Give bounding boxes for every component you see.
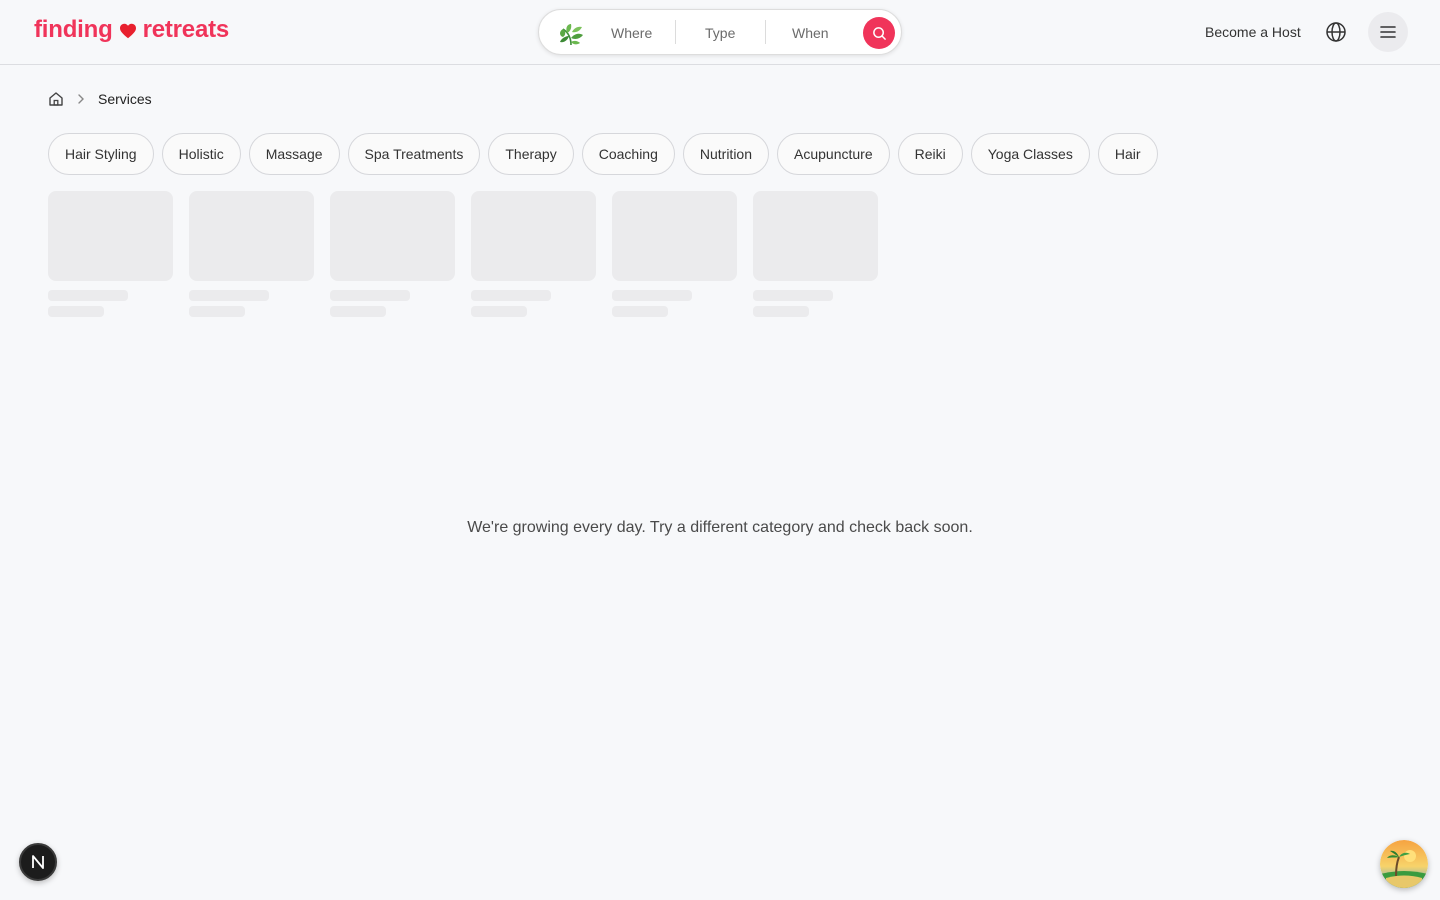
search-icon [872, 26, 886, 40]
hamburger-icon [1380, 26, 1396, 38]
category-chip-nutrition[interactable]: Nutrition [682, 133, 770, 175]
logo[interactable]: finding retreats [34, 16, 229, 44]
skeleton-card [48, 191, 173, 317]
skeleton-line [753, 290, 833, 301]
search-bar[interactable]: Where Type When [538, 9, 902, 55]
heart-icon [119, 23, 136, 39]
search-divider [675, 20, 676, 44]
skeleton-line [48, 306, 104, 317]
search-divider [765, 20, 766, 44]
skeleton-line [330, 306, 386, 317]
skeleton-line [612, 290, 692, 301]
search-type[interactable]: Type [705, 23, 735, 43]
category-chips: Hair Styling Holistic Massage Spa Treatm… [48, 133, 1158, 175]
skeleton-line [330, 290, 410, 301]
category-chip-hair-styling[interactable]: Hair Styling [48, 133, 154, 175]
skeleton-card [612, 191, 737, 317]
skeleton-line [471, 306, 527, 317]
top-header: finding retreats Where Type When Become … [0, 0, 1440, 65]
breadcrumb: Services [48, 89, 152, 109]
category-chip-reiki[interactable]: Reiki [897, 133, 963, 175]
skeleton-card [189, 191, 314, 317]
logo-word-retreats: retreats [142, 16, 230, 43]
skeleton-line [189, 290, 269, 301]
category-chip-acupuncture[interactable]: Acupuncture [777, 133, 890, 175]
leaf-icon [560, 24, 583, 46]
category-chip-holistic[interactable]: Holistic [161, 133, 241, 175]
globe-icon[interactable] [1325, 21, 1347, 43]
skeleton-image [189, 191, 314, 281]
search-button[interactable] [863, 17, 895, 49]
skeleton-image [471, 191, 596, 281]
skeleton-image [330, 191, 455, 281]
category-chip-yoga-classes[interactable]: Yoga Classes [970, 133, 1090, 175]
category-chip-therapy[interactable]: Therapy [488, 133, 574, 175]
skeleton-line [189, 306, 245, 317]
become-host-link[interactable]: Become a Host [1205, 23, 1301, 41]
skeleton-line [48, 290, 128, 301]
category-chip-coaching[interactable]: Coaching [581, 133, 675, 175]
empty-state-message: We're growing every day. Try a different… [467, 519, 973, 536]
skeleton-card [471, 191, 596, 317]
breadcrumb-current: Services [98, 91, 152, 107]
island-icon [1380, 840, 1428, 888]
skeleton-image [612, 191, 737, 281]
skeleton-card [330, 191, 455, 317]
dev-tools-button[interactable] [19, 843, 57, 881]
skeleton-line [753, 306, 809, 317]
skeleton-image [753, 191, 878, 281]
category-chip-massage[interactable]: Massage [248, 133, 340, 175]
skeleton-grid [48, 191, 878, 317]
skeleton-card [753, 191, 878, 317]
search-where[interactable]: Where [611, 23, 652, 43]
logo-word-finding: finding [34, 16, 113, 43]
n-logo-icon [32, 855, 44, 869]
skeleton-image [48, 191, 173, 281]
skeleton-line [612, 306, 668, 317]
category-chip-spa-treatments[interactable]: Spa Treatments [347, 133, 481, 175]
home-icon[interactable] [48, 91, 64, 107]
skeleton-line [471, 290, 551, 301]
search-when[interactable]: When [792, 23, 829, 43]
assistant-avatar-button[interactable] [1380, 840, 1428, 888]
menu-button[interactable] [1368, 12, 1408, 52]
category-chip-hair[interactable]: Hair [1097, 133, 1158, 175]
chevron-right-icon [78, 94, 84, 104]
